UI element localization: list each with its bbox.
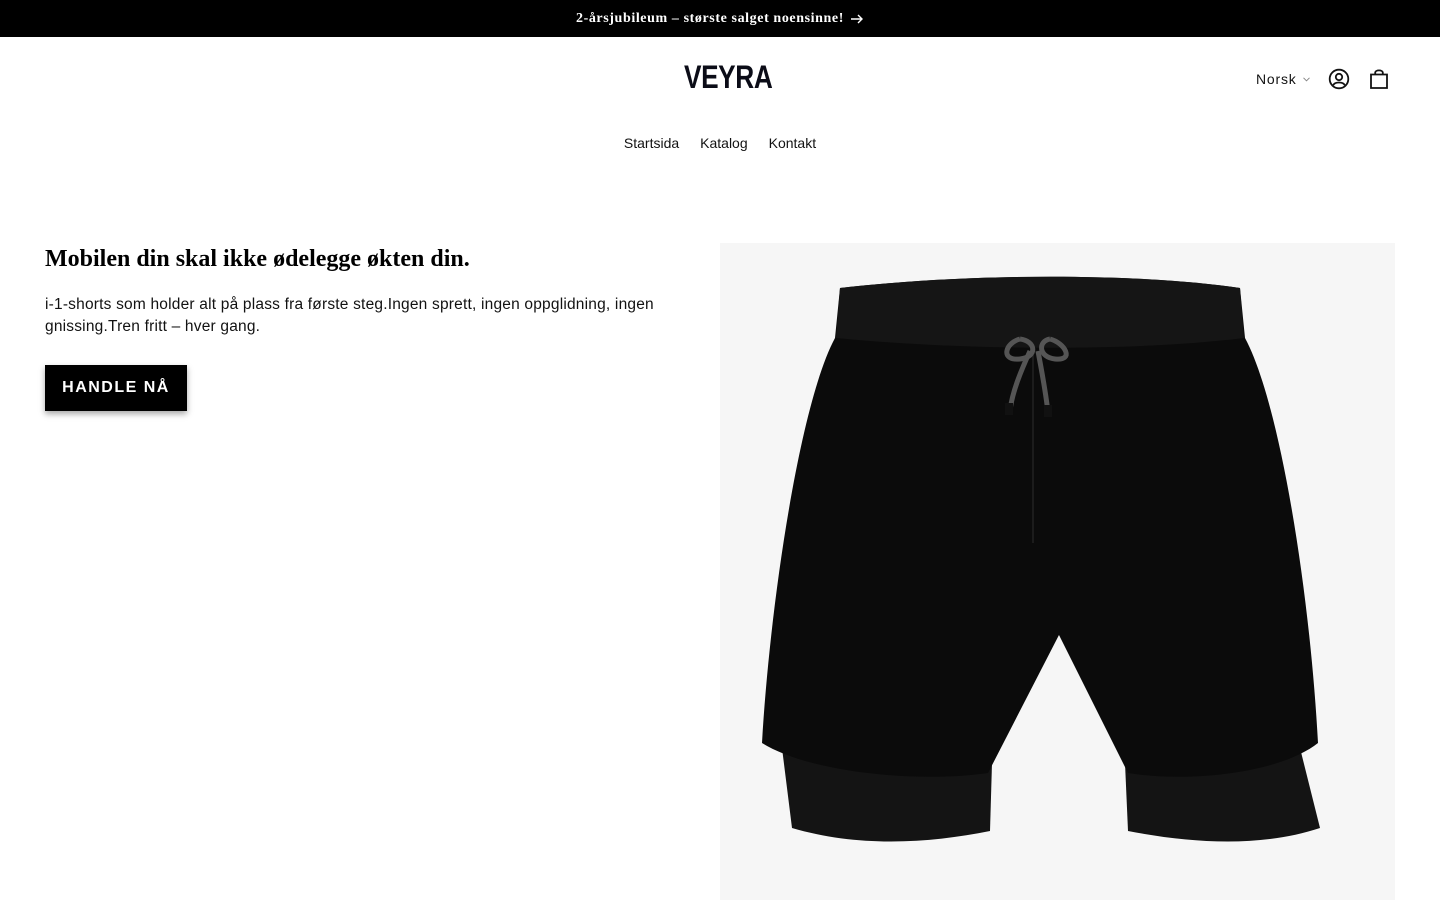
chevron-down-icon [1302,76,1310,82]
arrow-right-icon [851,14,864,24]
shorts-illustration [762,276,1320,842]
product-image [720,243,1395,900]
account-icon[interactable] [1327,67,1351,91]
shop-now-button[interactable]: HANDLE NÅ [45,365,187,411]
nav-item-katalog[interactable]: Katalog [700,132,747,154]
hero-title: Mobilen din skal ikke ødelegge økten din… [45,246,470,272]
announcement-text[interactable]: 2-årsjubileum – største salget noensinne… [576,11,844,27]
nav-item-startsida[interactable]: Startsida [624,132,679,154]
language-label: Norsk [1256,71,1297,87]
language-selector[interactable]: Norsk [1256,68,1310,90]
store-logo[interactable]: VEYRA [684,60,773,94]
announcement-bar[interactable]: 2-årsjubileum – største salget noensinne… [0,0,1440,37]
cart-icon[interactable] [1367,67,1391,91]
hero-description: i-1-shorts som holder alt på plass fra f… [45,296,654,335]
main-navigation: Startsida Katalog Kontakt [0,132,1440,154]
nav-item-kontakt[interactable]: Kontakt [769,132,816,154]
